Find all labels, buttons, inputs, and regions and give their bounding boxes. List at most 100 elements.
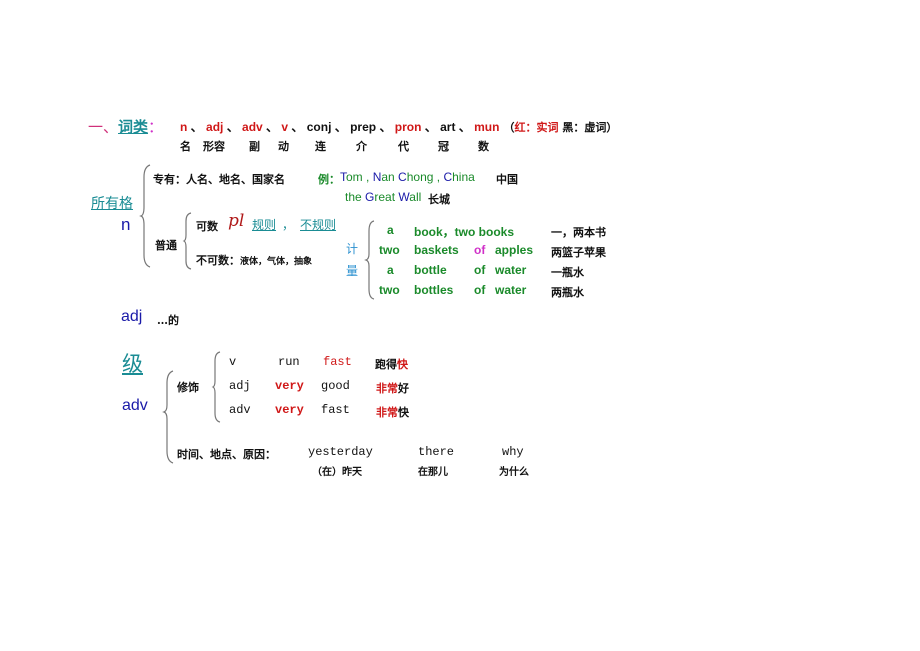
- pos-mun: mun: [474, 120, 500, 134]
- legend-paren: ）: [606, 121, 618, 134]
- modify-adverb: very: [275, 379, 304, 393]
- tpr-word-zh: （在）昨天: [312, 467, 362, 478]
- grade-label: 级: [122, 352, 143, 376]
- parts-of-speech-list: n 、 adj 、 adv 、 v 、 conj 、 prep 、 pron 、…: [180, 118, 617, 135]
- pos-pron: pron: [394, 120, 422, 134]
- modify-word: v: [229, 355, 237, 369]
- pos-separator: 、: [288, 120, 307, 134]
- proper-noun-label: 专有：人名、地名、国家名: [153, 173, 285, 186]
- measure-unit: baskets: [414, 243, 459, 257]
- modify-brace: [211, 351, 221, 423]
- uncountable-title: 不可数：: [196, 254, 240, 267]
- modify-zh-tail: 好: [398, 382, 409, 395]
- measure-noun: water: [495, 263, 527, 277]
- pos-separator: 、: [223, 120, 243, 134]
- pos-separator: 、: [455, 120, 475, 134]
- example-lower: the: [345, 190, 366, 204]
- modify-target: fast: [321, 403, 350, 417]
- example-capital: W: [398, 190, 410, 204]
- uncountable-label: 不可数：液体，气体，抽象: [196, 252, 312, 268]
- measure-brace: [364, 220, 375, 300]
- example-label: 例：: [318, 173, 340, 186]
- pos-zh-n: 名: [180, 140, 191, 153]
- modify-zh: 非常快: [376, 404, 409, 420]
- measure-zh: 一，两本书: [551, 226, 606, 239]
- pos-zh-conj: 连: [315, 140, 326, 153]
- countable-label: 可数: [196, 220, 218, 233]
- comma: ，: [282, 218, 295, 232]
- example-lower: an: [381, 170, 399, 184]
- section-title: 词类: [118, 118, 149, 136]
- noun-brace: [139, 164, 151, 268]
- pos-zh-v: 动: [278, 140, 289, 153]
- modify-zh: 跑得快: [375, 356, 408, 372]
- example-separator: ,: [433, 170, 444, 184]
- modify-zh: 非常好: [376, 380, 409, 396]
- modify-label: 修饰: [177, 381, 199, 394]
- legend-black: 黑：虚词: [558, 121, 607, 134]
- pos-zh-pron: 代: [398, 140, 409, 153]
- measure-quantity: two: [379, 243, 400, 257]
- measure-of: of: [474, 283, 486, 297]
- uncountable-types: 液体，气体，抽象: [240, 257, 313, 267]
- tpr-word: yesterday: [308, 445, 373, 459]
- modify-word: adj: [229, 379, 251, 393]
- pos-zh-mun: 数: [478, 140, 489, 153]
- common-noun-label: 普通: [155, 239, 177, 252]
- section-heading: 一、词类：: [88, 116, 163, 137]
- example-line-2-zh: 长城: [428, 193, 450, 206]
- tpr-word-zh: 在那儿: [418, 467, 448, 478]
- measure-of: of: [474, 263, 486, 277]
- measure-quantity: a: [387, 263, 394, 277]
- pos-legend: （红：实词 黑：虚词）: [503, 121, 617, 134]
- tpr-word-zh: 为什么: [499, 467, 529, 478]
- pos-art: art: [440, 120, 456, 134]
- measure-quantity: two: [379, 283, 400, 297]
- example-line-1: Tom , Nan Chong , China: [340, 170, 475, 184]
- adj-label: adj: [121, 308, 143, 325]
- modify-zh-tail: 快: [398, 406, 409, 419]
- modify-zh-red: 非常: [376, 406, 398, 419]
- example-lower: hina: [452, 170, 475, 184]
- measure-zh: 两篮子苹果: [551, 246, 606, 259]
- example-capital: C: [443, 170, 453, 184]
- example-capital: C: [398, 170, 407, 184]
- pos-zh-adv: 副: [249, 140, 260, 153]
- measure-zh: 一瓶水: [551, 266, 584, 279]
- tpr-word: there: [418, 445, 455, 459]
- pos-separator: 、: [331, 120, 351, 134]
- example-lower: om: [346, 170, 363, 184]
- possessive-label: 所有格: [91, 196, 133, 212]
- tpr-word: why: [502, 445, 524, 459]
- example-line-1-zh: 中国: [496, 173, 518, 186]
- modify-zh-red: 快: [397, 358, 408, 371]
- section-number: 一、: [88, 118, 119, 136]
- measure-zh: 两瓶水: [551, 286, 584, 299]
- measure-quantity: a: [387, 223, 394, 237]
- example-lower: hong: [406, 170, 434, 184]
- title-colon: ：: [148, 118, 164, 136]
- modify-target: fast: [323, 355, 352, 369]
- modify-adverb: run: [278, 355, 300, 369]
- modify-zh-black: 跑得: [375, 358, 397, 371]
- example-separator: ,: [362, 170, 373, 184]
- pos-separator: 、: [376, 120, 395, 134]
- pos-zh-art: 冠: [438, 140, 449, 153]
- measure-of: of: [474, 243, 486, 257]
- modify-adverb: very: [275, 403, 304, 417]
- example-capital: G: [365, 190, 375, 204]
- time-place-reason-label: 时间、地点、原因：: [177, 448, 276, 461]
- modify-target: good: [321, 379, 350, 393]
- adj-meaning: …的: [157, 314, 179, 327]
- example-line-2: the Great Wall: [345, 190, 421, 204]
- plural-mark: pl: [228, 211, 245, 231]
- legend-red: 红：实词: [514, 121, 559, 134]
- pos-zh-prep: 介: [356, 140, 367, 153]
- pos-zh-adj: 形容: [203, 140, 225, 153]
- legend-paren: （: [503, 121, 515, 134]
- example-lower: all: [409, 190, 422, 204]
- measure-label-2: 量: [346, 264, 359, 278]
- measure-label-1: 计: [346, 242, 359, 256]
- pos-separator: 、: [262, 120, 282, 134]
- pos-separator: 、: [421, 120, 441, 134]
